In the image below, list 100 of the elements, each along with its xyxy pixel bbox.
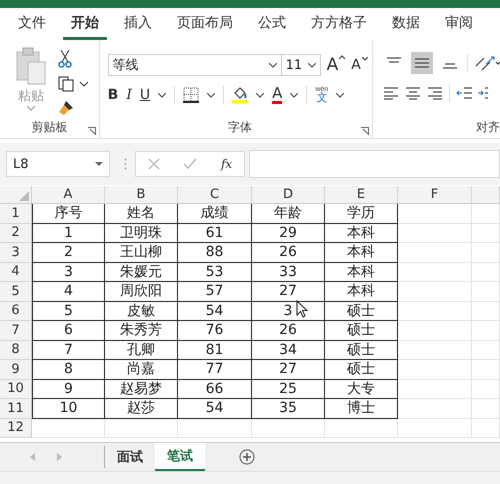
column-header[interactable]: D <box>252 186 325 204</box>
table-cell: 7 <box>32 340 105 360</box>
row-header[interactable]: 12 <box>0 418 32 438</box>
font-size-field[interactable]: 11 <box>280 54 321 76</box>
table-cell: 6 <box>32 321 105 340</box>
table-cell: 54 <box>178 399 252 418</box>
align-lines-icon[interactable] <box>414 56 430 70</box>
increase-indent-icon[interactable] <box>478 86 488 100</box>
bold-button[interactable]: B <box>108 87 118 103</box>
ribbon-tab[interactable]: 审阅 <box>437 8 481 40</box>
check-icon[interactable] <box>183 158 198 170</box>
font-color-button[interactable]: A <box>272 86 282 104</box>
row-header[interactable]: 9 <box>0 360 32 380</box>
table-cell: 54 <box>178 302 252 321</box>
table-cell: 孔卿 <box>105 340 178 360</box>
add-sheet-icon[interactable] <box>239 449 255 465</box>
row-header[interactable]: 3 <box>0 243 32 262</box>
table-cell: 35 <box>252 399 325 418</box>
table-cell: 学历 <box>325 204 398 224</box>
column-header[interactable]: B <box>105 186 178 204</box>
table-cell: 卫明珠 <box>105 224 178 243</box>
formula-input[interactable] <box>249 150 500 178</box>
table-cell: 5 <box>32 302 105 321</box>
table-cell: 硕士 <box>325 321 398 340</box>
table-cell: 序号 <box>32 204 105 224</box>
dropdown-icon[interactable] <box>290 92 298 98</box>
grow-font-button[interactable]: A <box>326 55 346 75</box>
dropdown-icon[interactable] <box>256 92 264 98</box>
column-header[interactable]: A <box>32 186 105 204</box>
empty-cell <box>472 204 500 224</box>
dialog-launcher-icon[interactable] <box>88 127 96 135</box>
row-header[interactable]: 1 <box>0 204 32 224</box>
format-painter-icon[interactable] <box>58 100 74 116</box>
empty-cell <box>472 340 500 360</box>
cut-icon[interactable] <box>58 50 72 68</box>
ribbon-tab[interactable]: 公式 <box>250 8 294 40</box>
align-right-icon[interactable] <box>427 86 443 100</box>
row-header[interactable]: 5 <box>0 282 32 302</box>
row-header[interactable]: 4 <box>0 262 32 282</box>
caret-up-icon[interactable] <box>339 55 346 59</box>
ribbon-tab[interactable]: 文件 <box>10 8 54 40</box>
table-cell: 姓名 <box>105 204 178 224</box>
ribbon-tab[interactable]: 数据 <box>384 8 428 40</box>
table-cell: 硕士 <box>325 302 398 321</box>
caret-icon[interactable] <box>268 62 277 68</box>
font-name-field[interactable]: 等线 <box>108 54 282 76</box>
row-header[interactable]: 6 <box>0 302 32 321</box>
column-header[interactable]: C <box>178 186 252 204</box>
insert-function-button[interactable]: fx <box>220 157 232 171</box>
row-header[interactable]: 10 <box>0 380 32 399</box>
table-cell: 周欣阳 <box>105 282 178 302</box>
row-header[interactable]: 8 <box>0 340 32 360</box>
align-left-icon[interactable] <box>383 86 399 100</box>
table-cell: 皮敏 <box>105 302 178 321</box>
vertical-align-button[interactable] <box>411 52 433 74</box>
row-header[interactable]: 11 <box>0 399 32 418</box>
table-cell: 王山柳 <box>105 243 178 262</box>
table-cell: 25 <box>252 380 325 399</box>
row-header[interactable]: 2 <box>0 224 32 243</box>
table-cell: 尚嘉 <box>105 360 178 380</box>
table-cell: 本科 <box>325 224 398 243</box>
sheet-tab[interactable]: 面试 <box>105 443 155 471</box>
ribbon-tab[interactable]: 插入 <box>116 8 160 40</box>
table-cell: 1 <box>32 224 105 243</box>
table-cell: 9 <box>32 380 105 399</box>
mouse-pointer-icon <box>296 300 308 318</box>
borders-icon[interactable] <box>183 87 200 103</box>
ribbon-tab[interactable]: 页面布局 <box>169 8 241 40</box>
ribbon-tab[interactable]: 方方格子 <box>303 8 375 40</box>
dropdown-icon[interactable] <box>158 92 166 98</box>
grip-icon <box>124 158 127 170</box>
row-header[interactable]: 7 <box>0 321 32 340</box>
text-orientation-icon[interactable] <box>474 54 500 72</box>
empty-cell <box>472 282 500 302</box>
dropdown-icon[interactable] <box>336 92 344 98</box>
table-cell: 53 <box>178 262 252 282</box>
table-cell: 27 <box>252 360 325 380</box>
copy-icon[interactable] <box>58 76 88 92</box>
empty-cell <box>472 243 500 262</box>
name-box[interactable]: L8 <box>6 151 110 177</box>
table-cell: 本科 <box>325 282 398 302</box>
table-cell: 66 <box>178 380 252 399</box>
table-cell: 4 <box>32 282 105 302</box>
dialog-launcher-icon[interactable] <box>361 127 369 135</box>
shrink-font-button[interactable]: A <box>351 57 368 73</box>
align-center-icon[interactable] <box>405 86 421 100</box>
decrease-indent-icon[interactable] <box>456 86 472 100</box>
dropdown-icon[interactable] <box>207 92 216 98</box>
caret-icon[interactable] <box>308 62 316 68</box>
caret-icon[interactable] <box>362 57 368 61</box>
italic-button[interactable]: I <box>126 87 132 103</box>
column-header[interactable]: E <box>325 186 398 204</box>
underline-button[interactable]: U <box>140 87 150 103</box>
empty-cell <box>472 302 500 321</box>
sheet-tab[interactable]: 笔试 <box>155 443 205 471</box>
table-cell: 81 <box>178 340 252 360</box>
fill-color-icon[interactable] <box>232 86 248 104</box>
table-cell: 赵易梦 <box>105 380 178 399</box>
table-cell: 33 <box>252 262 325 282</box>
column-header[interactable]: F <box>398 186 472 204</box>
